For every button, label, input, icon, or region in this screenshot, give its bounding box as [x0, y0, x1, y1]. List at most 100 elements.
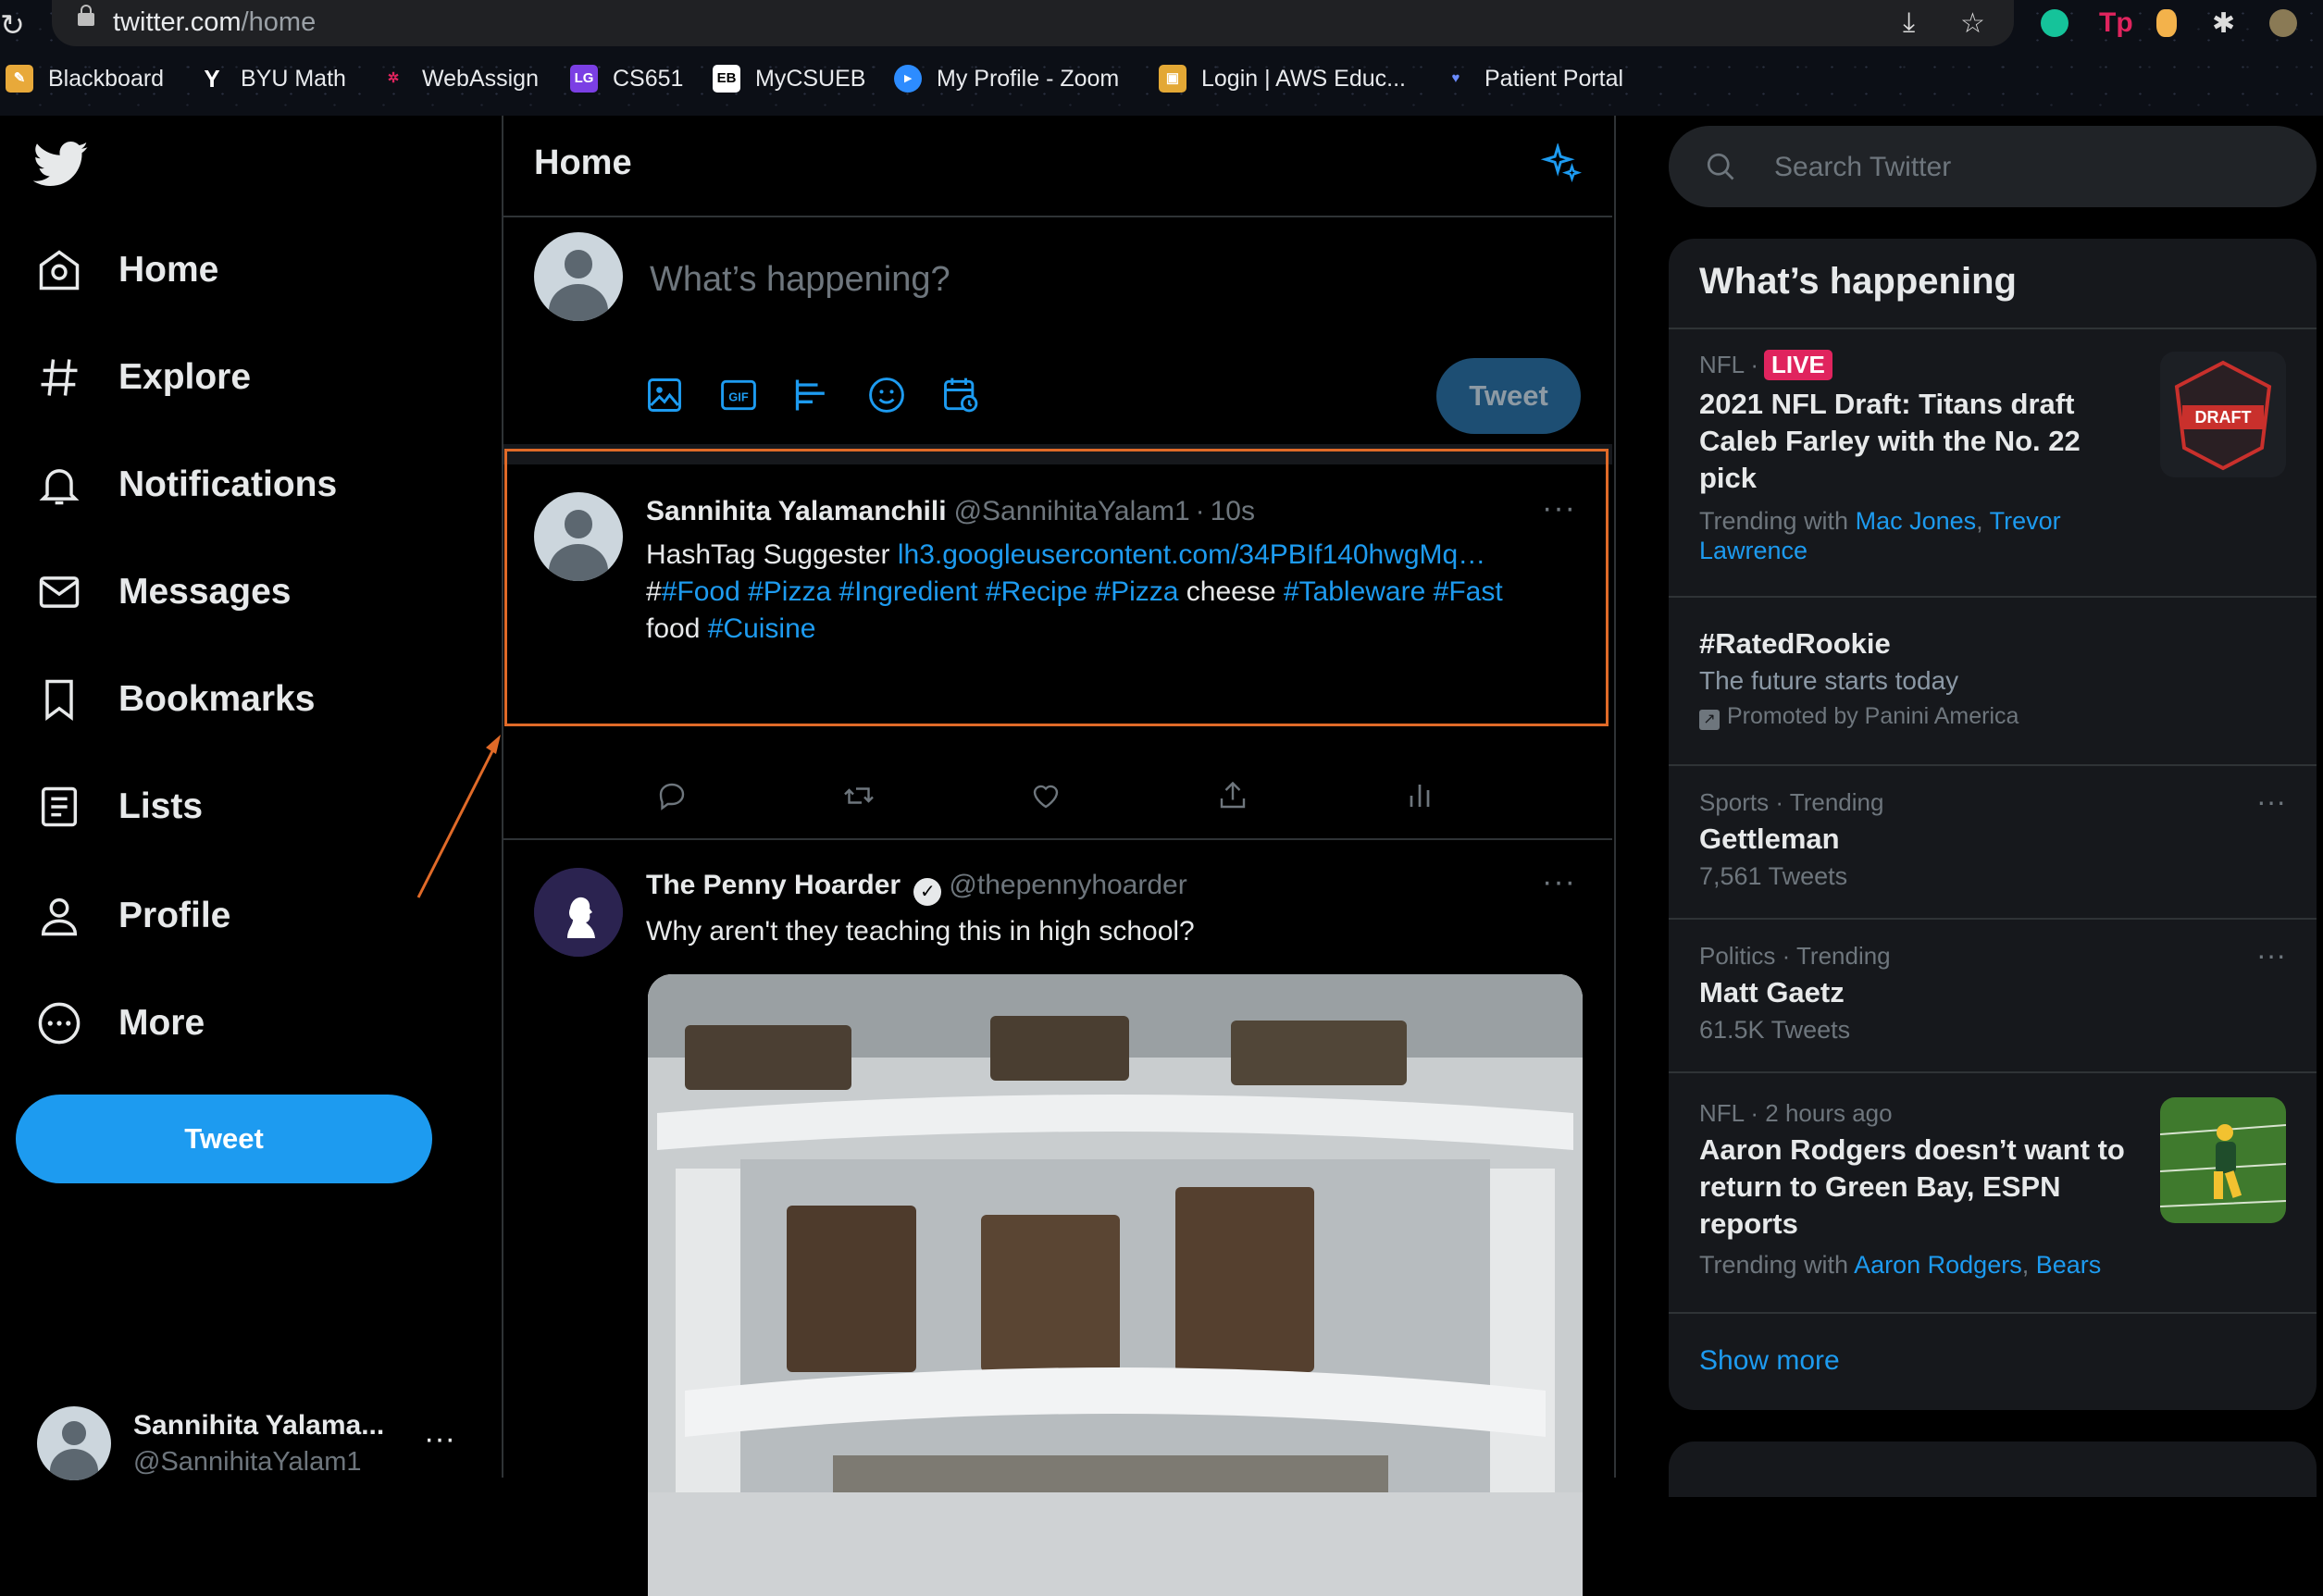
nav-lists[interactable]: Lists: [35, 774, 203, 839]
analytics-icon[interactable]: [1403, 779, 1436, 812]
trend-topic: #RatedRookie: [1699, 627, 1891, 660]
nav-bookmarks[interactable]: Bookmarks: [35, 667, 315, 732]
nav-explore[interactable]: Explore: [35, 345, 251, 410]
nav-notifications[interactable]: Notifications: [35, 452, 337, 517]
hashtag-link[interactable]: #Recipe: [986, 576, 1087, 607]
tweet-author-handle[interactable]: @SannihitaYalam1: [954, 496, 1190, 526]
bookmark-byu-math[interactable]: Y BYU Math: [198, 65, 346, 93]
nav-home-label: Home: [118, 250, 219, 290]
promoted-trend-item[interactable]: #RatedRookie The future starts today ↗ Pr…: [1699, 625, 2292, 731]
trend-topic: 2021 NFL Draft: Titans draft Caleb Farle…: [1699, 388, 2081, 494]
retweet-icon[interactable]: [842, 779, 876, 812]
more-horizontal-icon[interactable]: ···: [1542, 490, 1576, 526]
tweet-author-name[interactable]: The Penny Hoarder: [646, 870, 901, 900]
profile-avatar-icon[interactable]: [2269, 9, 2297, 37]
trend-item[interactable]: Sports · Trending Gettleman 7,561 Tweets: [1699, 788, 2292, 891]
hashtag-link[interactable]: #Fast: [1434, 576, 1503, 607]
nav-tweet-button[interactable]: Tweet: [16, 1095, 432, 1183]
puzzle-extensions-icon[interactable]: ✱: [2212, 7, 2235, 40]
bell-icon: [39, 469, 80, 505]
reply-icon[interactable]: [655, 779, 689, 812]
nav-messages[interactable]: Messages: [35, 560, 291, 625]
nav-more[interactable]: More: [35, 991, 205, 1056]
trends-panel: What’s happening NFL · LIVE 2021 NFL Draf…: [1669, 239, 2317, 1410]
show-more-link[interactable]: Show more: [1699, 1345, 1840, 1377]
compose-tweet-button[interactable]: Tweet: [1436, 358, 1581, 434]
hashtag-link[interactable]: #Cuisine: [708, 613, 816, 644]
trend-link[interactable]: Aaron Rodgers: [1854, 1251, 2022, 1279]
bookmark-blackboard[interactable]: ✎ Blackboard: [6, 65, 164, 93]
search-box[interactable]: [1669, 126, 2317, 207]
bookmark-aws[interactable]: ▣ Login | AWS Educ...: [1159, 65, 1406, 93]
sparkle-icon[interactable]: [1540, 143, 1583, 186]
more-horizontal-icon[interactable]: ···: [2256, 785, 2286, 819]
url-text[interactable]: twitter.com/home: [113, 7, 316, 38]
tweet-text: Why aren't they teaching this in high sc…: [646, 916, 1195, 946]
trend-topic: Gettleman: [1699, 823, 1840, 855]
tweet-count: 7,561 Tweets: [1699, 862, 1848, 890]
search-input[interactable]: [1772, 142, 2294, 192]
extension-icon[interactable]: [2156, 9, 2177, 37]
address-bar[interactable]: twitter.com/home ⤓ ☆: [52, 0, 2014, 46]
divider: [1669, 596, 2317, 598]
more-horizontal-icon[interactable]: ···: [2256, 938, 2286, 972]
football-player-photo: [2160, 1097, 2286, 1223]
hashtag-link[interactable]: #Pizza: [748, 576, 831, 607]
install-icon[interactable]: ⤓: [1903, 7, 1915, 39]
hashtag-link[interactable]: #Tableware: [1284, 576, 1425, 607]
tweet-header: The Penny Hoarder ✓ @thepennyhoarder: [646, 870, 1187, 906]
twitter-logo-icon[interactable]: [33, 142, 89, 188]
bookmark-zoom[interactable]: ▸ My Profile - Zoom: [894, 65, 1119, 93]
trend-thumbnail[interactable]: [2160, 1097, 2286, 1223]
tweet[interactable]: Sannihita Yalamanchili @SannihitaYalam1 · 1…: [503, 464, 1612, 836]
tweet-link[interactable]: lh3.googleusercontent.com/34PBIf140hwgMq…: [898, 539, 1485, 570]
star-icon[interactable]: ☆: [1960, 7, 1985, 40]
like-icon[interactable]: [1029, 779, 1062, 812]
trend-item[interactable]: Politics · Trending Matt Gaetz 61.5K Twe…: [1699, 942, 2292, 1045]
nav-home[interactable]: Home: [35, 238, 218, 303]
more-horizontal-icon[interactable]: ···: [1542, 864, 1576, 900]
search-icon: [1707, 153, 1734, 180]
composer-input[interactable]: What’s happening?: [650, 260, 950, 300]
gif-icon[interactable]: GIF: [718, 375, 759, 415]
avatar: [37, 1406, 111, 1480]
image-icon[interactable]: [644, 375, 685, 415]
avatar[interactable]: [534, 868, 623, 957]
tweet-header: Sannihita Yalamanchili @SannihitaYalam1 · 1…: [646, 496, 1255, 526]
bookmark-mycsueb[interactable]: EB MyCSUEB: [713, 65, 865, 93]
share-icon[interactable]: [1216, 779, 1249, 812]
person-icon: [41, 897, 78, 936]
bookmark-webassign[interactable]: ✲ WebAssign: [379, 65, 539, 93]
trend-link[interactable]: Bears: [2036, 1251, 2102, 1279]
divider: [503, 444, 1612, 464]
reload-icon[interactable]: ↻: [0, 7, 25, 43]
trend-description: The future starts today: [1699, 666, 1959, 695]
tweet-text-fragment: [831, 576, 839, 607]
tweet-text-fragment: cheese: [1178, 576, 1284, 607]
bookmark-cs651[interactable]: LG CS651: [570, 65, 683, 93]
bookmark-patient-portal[interactable]: ♥ Patient Portal: [1442, 65, 1624, 93]
tweet-author-name[interactable]: Sannihita Yalamanchili: [646, 496, 947, 526]
tp-extension-icon[interactable]: Tp: [2099, 7, 2133, 39]
hashtag-link[interactable]: #Food: [662, 576, 740, 607]
hashtag-link[interactable]: #Pizza: [1095, 576, 1178, 607]
trend-thumbnail[interactable]: DRAFT: [2160, 352, 2286, 477]
hashtag-link[interactable]: #Ingredient: [839, 576, 978, 607]
nav-profile[interactable]: Profile: [35, 884, 230, 948]
schedule-icon[interactable]: [940, 375, 981, 415]
money-shelf-photo: [648, 974, 1583, 1492]
divider: [1669, 328, 2317, 329]
poll-icon[interactable]: [792, 375, 833, 415]
nav-profile-label: Profile: [118, 896, 231, 935]
divider: [1669, 918, 2317, 920]
trend-link[interactable]: Mac Jones: [1856, 507, 1977, 535]
tweet-photo[interactable]: [648, 974, 1583, 1596]
emoji-icon[interactable]: [866, 375, 907, 415]
bookmark-icon: [45, 679, 73, 721]
avatar[interactable]: [534, 492, 623, 581]
tweet-author-handle[interactable]: @thepennyhoarder: [949, 870, 1186, 900]
tweet-time[interactable]: 10s: [1211, 496, 1255, 526]
tweet-count: 61.5K Tweets: [1699, 1016, 1851, 1044]
tweet[interactable]: The Penny Hoarder ✓ @thepennyhoarder ··· …: [503, 838, 1612, 1596]
grammarly-extension-icon[interactable]: [2041, 9, 2068, 37]
